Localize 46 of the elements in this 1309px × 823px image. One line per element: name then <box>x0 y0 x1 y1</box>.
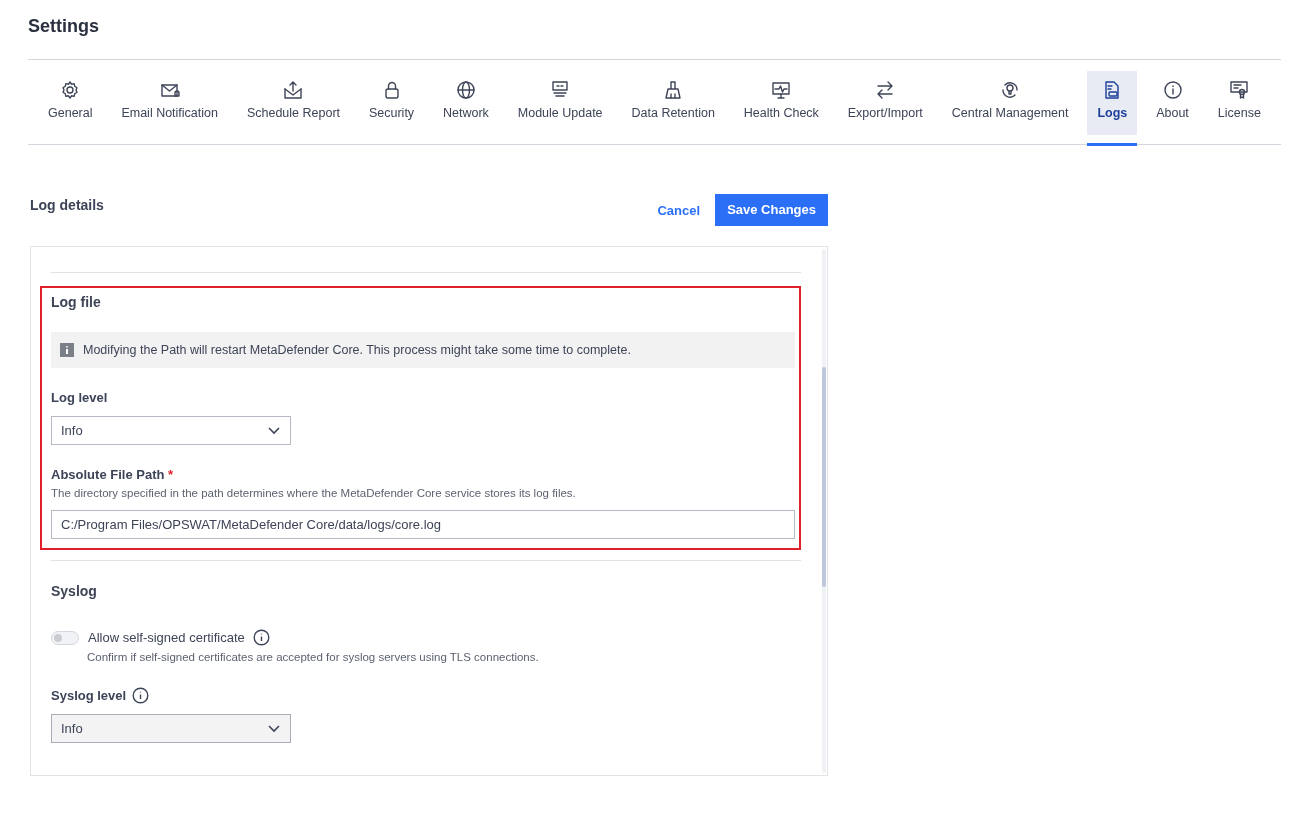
tab-icon <box>550 80 571 100</box>
section-heading: Syslog <box>51 583 98 599</box>
settings-tab[interactable]: Module Update <box>507 71 613 135</box>
settings-tab[interactable]: Health Check <box>733 71 829 135</box>
field-label: Syslog level <box>51 688 127 703</box>
active-tab-underline <box>1087 143 1138 146</box>
chevron-down-icon <box>268 426 280 435</box>
scrollbar-thumb[interactable] <box>822 367 826 587</box>
tab-icon <box>455 80 476 100</box>
settings-tab[interactable]: License <box>1207 71 1271 135</box>
cancel-button[interactable]: Cancel <box>657 202 701 218</box>
settings-tab[interactable]: General <box>38 71 103 135</box>
info-icon <box>132 687 150 704</box>
tab-icon <box>1000 80 1021 100</box>
settings-tab[interactable]: Email Notification <box>111 71 228 135</box>
settings-tab[interactable]: Data Retention <box>621 71 725 135</box>
settings-tab[interactable]: Security <box>358 71 425 135</box>
field-description: The directory specified in the path determines where the MetaDefender Core service stores its log files. <box>51 487 577 499</box>
settings-tab[interactable]: About <box>1146 71 1199 135</box>
tab-icon <box>1162 80 1183 100</box>
field-label: Log level <box>51 390 109 405</box>
page-title: Settings <box>28 15 100 38</box>
info-icon <box>252 629 270 646</box>
input-field[interactable]: C:/Program Files/OPSWAT/MetaDefender Core/data/logs/core.log <box>51 510 795 539</box>
notice-text: Modifying the Path will restart MetaDefender Core. This process might take some time to complete. <box>83 343 631 357</box>
tab-icon <box>663 80 684 100</box>
settings-tab[interactable]: Network <box>433 71 499 135</box>
toggle-description: Confirm if self-signed certificates are accepted for syslog servers using TLS connections. <box>87 651 540 663</box>
toggle-switch[interactable] <box>51 630 79 645</box>
settings-tab[interactable]: Central Management <box>941 71 1079 135</box>
tab-icon <box>771 80 792 100</box>
settings-tab[interactable]: Schedule Report <box>236 71 351 135</box>
tab-icon <box>1229 80 1250 100</box>
save-changes-button[interactable]: Save Changes <box>715 194 828 226</box>
field-label: Absolute File Path * <box>51 467 175 482</box>
tab-icon <box>875 80 896 100</box>
info-icon <box>60 343 74 357</box>
scrollbar[interactable] <box>822 249 826 773</box>
section-title: Log details <box>30 196 104 213</box>
section-heading: Log file <box>51 294 102 310</box>
settings-tab[interactable]: Export/Import <box>837 71 933 135</box>
tab-icon <box>60 80 81 100</box>
chevron-down-icon <box>268 724 280 733</box>
toggle-label: Allow self-signed certificate <box>88 630 245 645</box>
dropdown[interactable]: Info <box>51 416 291 445</box>
tab-icon <box>283 80 304 100</box>
